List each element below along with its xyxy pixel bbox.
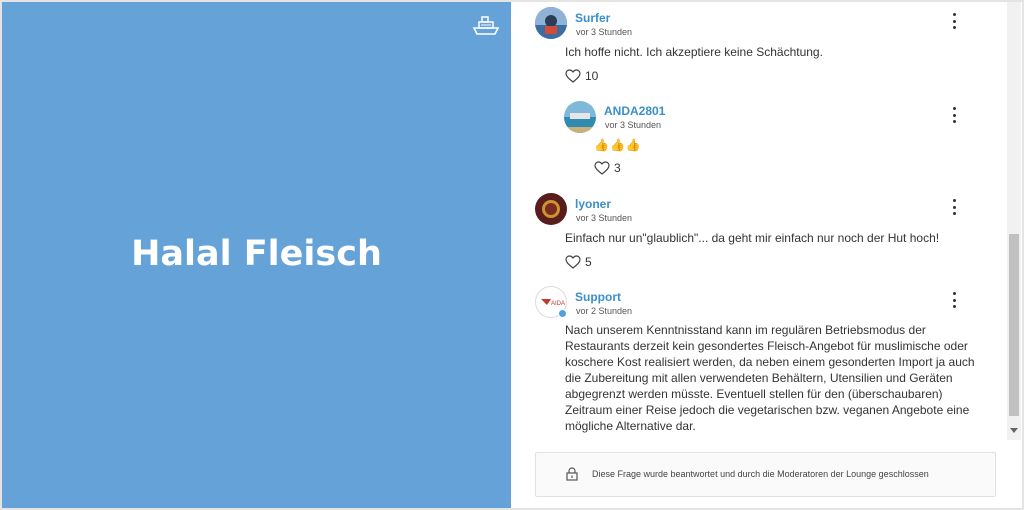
verified-badge-icon [558,309,567,318]
ship-icon [472,16,500,35]
scrollbar[interactable] [1007,2,1021,440]
comment-time: vor 3 Stunden [576,27,633,37]
comment-time: vor 2 Stunden [576,306,633,316]
like-button[interactable]: 10 [565,69,598,83]
closed-notice: Diese Frage wurde beantwortet und durch … [535,452,996,497]
like-button[interactable]: 5 [565,255,592,269]
kebab-menu-icon[interactable] [951,107,957,123]
question-hero: Halal Fleisch [2,2,511,508]
comment-author[interactable]: Support [575,290,621,304]
closed-notice-text: Diese Frage wurde beantwortet und durch … [592,469,929,479]
heart-icon [594,161,610,175]
like-count: 10 [585,69,599,83]
comment-author[interactable]: ANDA2801 [604,104,665,118]
svg-text:AIDA: AIDA [551,301,565,307]
heart-icon [565,69,581,83]
scrollbar-thumb[interactable] [1009,234,1019,416]
like-count: 5 [585,255,592,269]
avatar[interactable] [564,101,596,133]
lock-icon [566,467,578,481]
avatar[interactable] [535,7,567,39]
comment-text: Nach unserem Kenntnisstand kann im regul… [565,323,975,433]
kebab-menu-icon[interactable] [951,199,957,215]
comment-author[interactable]: lyoner [575,197,611,211]
like-button[interactable]: 3 [594,161,621,175]
comment-time: vor 3 Stunden [605,120,662,130]
heart-icon [565,255,581,269]
comment-author[interactable]: Surfer [575,11,610,25]
like-count: 3 [614,161,621,175]
comment-text: Ich hoffe nicht. Ich akzeptiere keine Sc… [565,45,823,59]
avatar[interactable] [535,193,567,225]
question-title: Halal Fleisch [131,234,382,274]
kebab-menu-icon[interactable] [951,292,957,308]
scroll-down-arrow-icon[interactable] [1010,428,1018,433]
kebab-menu-icon[interactable] [951,13,957,29]
comment-text: Einfach nur un"glaublich"... da geht mir… [565,231,940,245]
comment-text: 👍👍👍 [594,138,642,152]
comment-time: vor 3 Stunden [576,213,633,223]
